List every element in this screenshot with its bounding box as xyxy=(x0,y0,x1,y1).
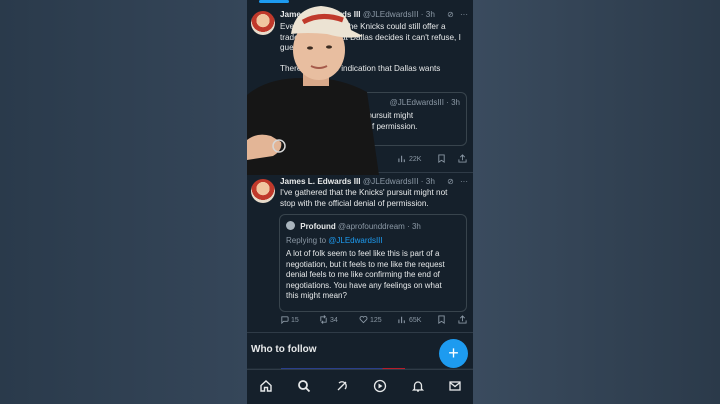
views-count[interactable]: 22K xyxy=(398,154,421,163)
bottom-nav xyxy=(247,369,473,404)
tweet-2[interactable]: James L. Edwards III @JLEdwardsIII · 3h … xyxy=(247,172,473,332)
more-icon[interactable]: ··· xyxy=(460,10,468,19)
like-button[interactable]: 125 xyxy=(359,315,382,324)
tweet-time: 3h xyxy=(425,177,435,186)
mail-icon[interactable] xyxy=(448,379,462,393)
tweet-header-icons: ⊘ ··· xyxy=(447,10,468,19)
tweet-header: James L. Edwards III @JLEdwardsIII · 3h xyxy=(280,177,435,186)
reply-icon xyxy=(281,316,289,325)
grok-icon[interactable]: ⊘ xyxy=(447,177,454,186)
streamer-video-overlay xyxy=(247,0,387,175)
home-icon[interactable] xyxy=(259,379,273,393)
repost-icon xyxy=(320,315,327,324)
tweet-actions: 15 34 125 65K xyxy=(280,315,468,327)
tweet-text: I've gathered that the Knicks' pursuit m… xyxy=(280,188,448,208)
quote-header: Profound @aprofounddream · 3h xyxy=(286,221,421,231)
share-button[interactable] xyxy=(458,154,467,163)
bookmark-button[interactable] xyxy=(437,154,446,163)
quote-avatar xyxy=(286,221,295,230)
tweet-header-icons: ⊘ ··· xyxy=(447,177,468,186)
share-button[interactable] xyxy=(458,315,467,324)
quoted-tweet[interactable]: Profound @aprofounddream · 3h Replying t… xyxy=(279,214,467,312)
replying-handle-link[interactable]: @JLEdwardsIII xyxy=(328,236,382,245)
share-icon xyxy=(458,315,467,324)
reply-button[interactable]: 15 xyxy=(280,315,299,325)
bookmark-icon xyxy=(438,154,445,163)
share-icon xyxy=(458,154,467,163)
author-handle: @JLEdwardsIII xyxy=(362,177,419,186)
views-icon xyxy=(398,155,405,163)
bell-icon[interactable] xyxy=(411,379,425,393)
play-icon[interactable] xyxy=(373,379,387,393)
heart-icon xyxy=(359,316,368,324)
quote-text: A lot of folk seem to feel like this is … xyxy=(286,249,445,301)
who-to-follow-heading: Who to follow xyxy=(251,344,317,355)
views-count[interactable]: 65K xyxy=(398,315,421,324)
search-icon[interactable] xyxy=(297,379,311,393)
tweet-time: 3h xyxy=(425,10,435,19)
grok-icon[interactable] xyxy=(335,379,349,393)
person-illustration xyxy=(247,6,379,175)
compose-button[interactable]: + xyxy=(439,339,468,368)
divider xyxy=(247,332,473,333)
bookmark-icon xyxy=(438,315,445,324)
author-name[interactable]: James L. Edwards III xyxy=(280,177,361,186)
bookmark-button[interactable] xyxy=(437,315,446,324)
replying-to: Replying to @JLEdwardsIII xyxy=(286,236,383,245)
repost-button[interactable]: 34 xyxy=(319,315,338,324)
grok-icon[interactable]: ⊘ xyxy=(447,10,454,19)
avatar[interactable] xyxy=(251,179,275,203)
views-icon xyxy=(398,316,405,324)
quote-handle: @JLEdwardsIII · 3h xyxy=(389,98,460,107)
more-icon[interactable]: ··· xyxy=(460,177,468,186)
